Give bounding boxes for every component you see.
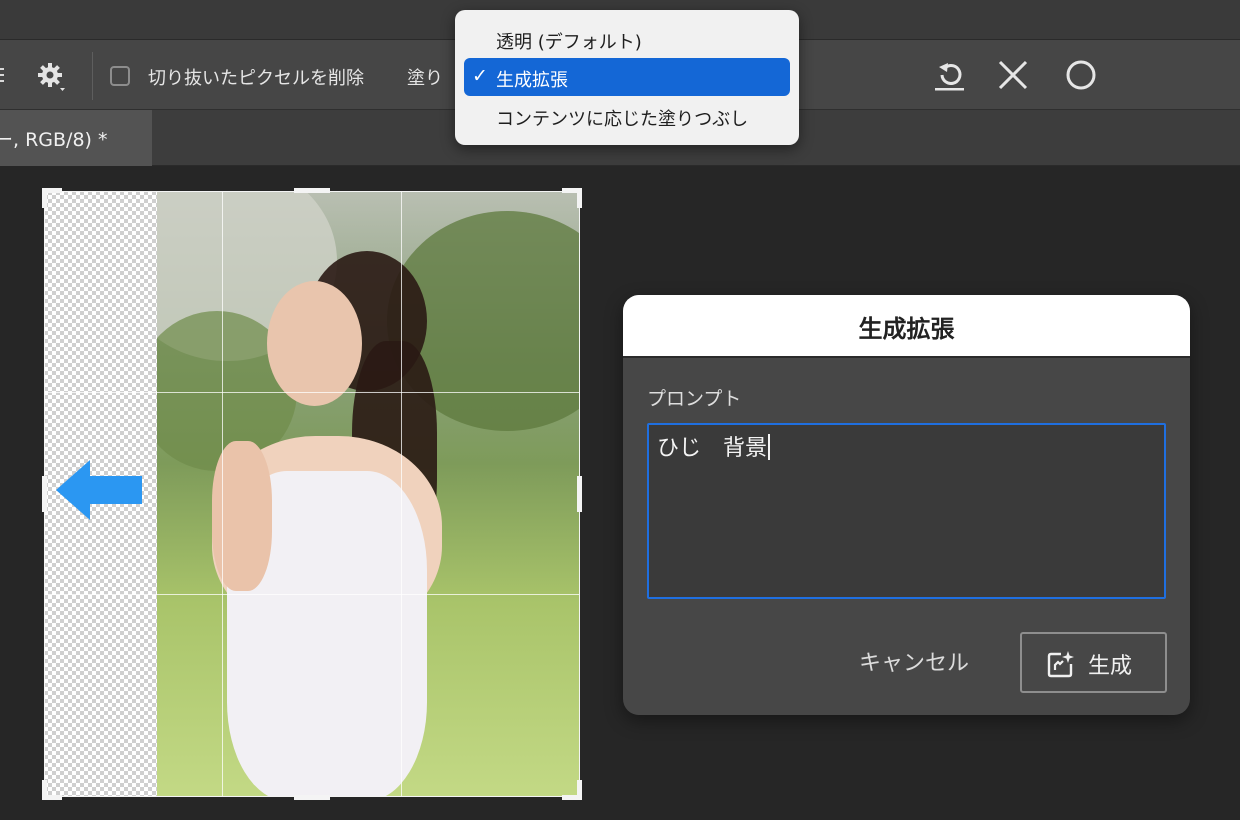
crop-handle-top-left-v[interactable] — [42, 188, 47, 208]
menu-item-transparent[interactable]: 透明 (デフォルト) — [464, 20, 790, 58]
toolbar-separator — [92, 52, 93, 100]
fill-dropdown-menu: 透明 (デフォルト) ✓ 生成拡張 コンテンツに応じた塗りつぶし — [455, 10, 799, 145]
reset-icon[interactable] — [931, 57, 967, 93]
text-caret — [768, 434, 770, 460]
generate-sparkle-icon — [1047, 651, 1074, 678]
menu-item-generative-expand[interactable]: ✓ 生成拡張 — [464, 58, 790, 96]
arrow-left-icon — [56, 460, 142, 520]
crop-handle-bottom-left-v[interactable] — [42, 780, 47, 800]
document-tab[interactable]: ー, RGB/8) * — [0, 110, 152, 166]
circle-commit-icon[interactable] — [1063, 57, 1099, 93]
crop-handle-right[interactable] — [577, 476, 582, 512]
generate-button-label: 生成 — [1088, 654, 1133, 679]
generate-button[interactable]: 生成 — [1020, 632, 1167, 693]
delete-cropped-pixels-label: 切り抜いたピクセルを削除 — [148, 68, 364, 89]
prompt-input[interactable]: ひじ 背景 — [647, 423, 1166, 599]
document-tab-title: ー, RGB/8) * — [0, 129, 108, 151]
crop-handle-top[interactable] — [294, 188, 330, 193]
crop-handle-bottom[interactable] — [294, 795, 330, 800]
cancel-button[interactable]: キャンセル — [859, 645, 969, 677]
close-icon[interactable] — [995, 57, 1031, 93]
crop-handle-bottom-right-v[interactable] — [577, 780, 582, 800]
photo-image — [157, 191, 580, 797]
tool-preset-icon[interactable] — [0, 66, 6, 84]
crop-handle-left[interactable] — [42, 476, 47, 512]
check-icon: ✓ — [472, 65, 488, 87]
prompt-label: プロンプト — [647, 388, 742, 410]
menu-item-content-aware-fill[interactable]: コンテンツに応じた塗りつぶし — [464, 97, 790, 135]
fill-label[interactable]: 塗り — [407, 64, 443, 90]
dialog-header: 生成拡張 — [623, 295, 1190, 358]
generative-expand-dialog: 生成拡張 プロンプト ひじ 背景 キャンセル 生成 — [623, 295, 1190, 715]
crop-handle-top-right-v[interactable] — [577, 188, 582, 208]
dialog-title: 生成拡張 — [858, 315, 955, 343]
gear-icon[interactable] — [36, 61, 66, 91]
prompt-input-value: ひじ 背景 — [657, 430, 770, 462]
delete-cropped-pixels-checkbox[interactable] — [110, 66, 130, 86]
